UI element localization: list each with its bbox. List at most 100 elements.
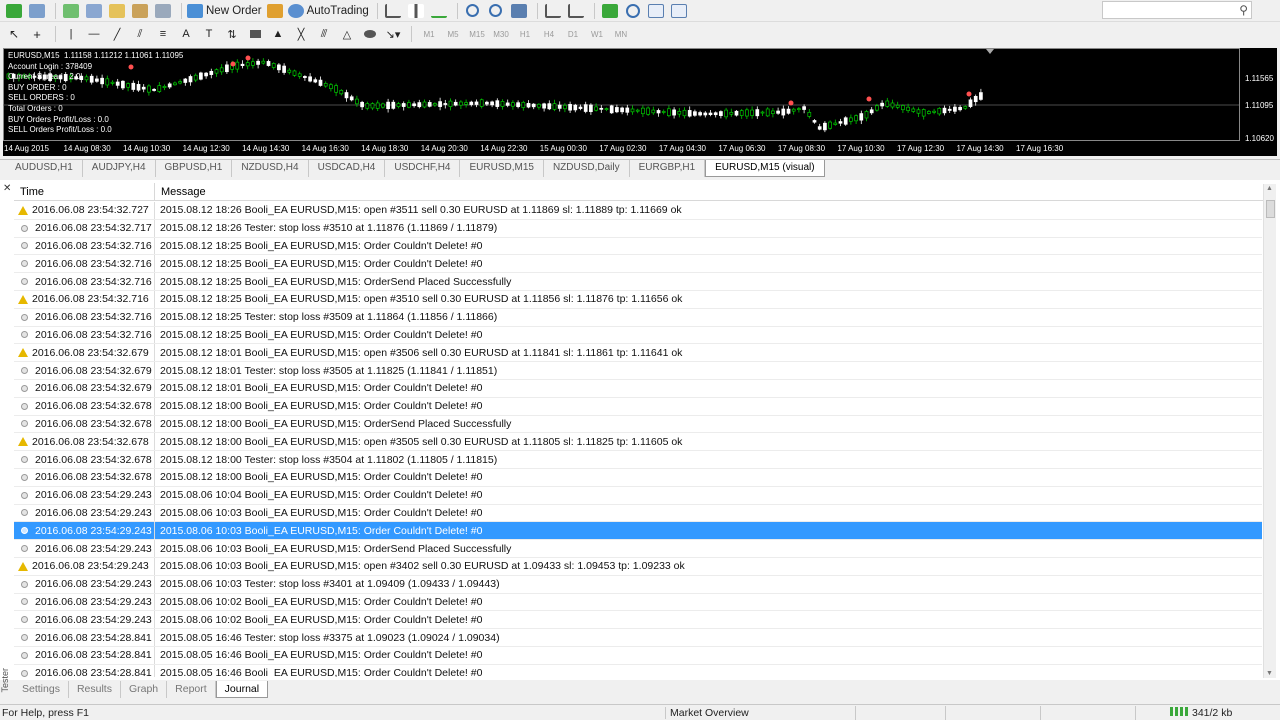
horizontal-line-button[interactable]: —: [84, 25, 104, 43]
timeframe-m30-button[interactable]: M30: [489, 30, 513, 39]
terminal-button[interactable]: [130, 2, 150, 20]
crosshair-button[interactable]: +: [27, 25, 47, 43]
new-order-button[interactable]: New Order: [187, 2, 262, 20]
ellipse-button[interactable]: [360, 25, 380, 43]
line-chart-button[interactable]: [429, 2, 449, 20]
more-objects-button[interactable]: ↘▾: [383, 25, 403, 43]
chart-tab[interactable]: NZDUSD,Daily: [544, 160, 630, 177]
journal-row[interactable]: 2016.06.08 23:54:28.841 2015.08.05 16:46 …: [14, 664, 1262, 677]
journal-row[interactable]: 2016.06.08 23:54:29.243 2015.08.06 10:03 …: [14, 540, 1262, 558]
tab-graph[interactable]: Graph: [121, 681, 168, 698]
metaeditor-button[interactable]: [265, 2, 285, 20]
pitchfork-button[interactable]: ⫻: [314, 25, 334, 43]
periods-button[interactable]: [623, 2, 643, 20]
journal-row[interactable]: 2016.06.08 23:54:32.727 2015.08.12 18:26 …: [14, 202, 1262, 220]
journal-row[interactable]: 2016.06.08 23:54:32.679 2015.08.12 18:01 …: [14, 379, 1262, 398]
price-chart[interactable]: 1.11565 1.11095 1.10620 14 Aug 2015 14 Aug 0…: [3, 48, 1277, 156]
label-button[interactable]: T: [199, 25, 219, 43]
chart-tab[interactable]: GBPUSD,H1: [156, 160, 233, 177]
chart-tab[interactable]: AUDJPY,H4: [83, 160, 156, 177]
journal-row[interactable]: 2016.06.08 23:54:28.841 2015.08.05 16:46 …: [14, 629, 1262, 647]
scrollbar-thumb[interactable]: [1266, 200, 1275, 218]
journal-row[interactable]: 2016.06.08 23:54:32.678 2015.08.12 18:00 …: [14, 415, 1262, 434]
strategy-tester-button[interactable]: [153, 2, 173, 20]
profile-name[interactable]: Market Overview: [665, 707, 749, 719]
close-icon[interactable]: ✕: [3, 183, 11, 194]
vertical-scrollbar[interactable]: ▲ ▼: [1263, 184, 1276, 678]
autoscroll-button[interactable]: [566, 2, 586, 20]
timeframe-m1-button[interactable]: M1: [417, 30, 441, 39]
cursor-button[interactable]: ↖: [4, 25, 24, 43]
triangle-button[interactable]: ▲: [268, 25, 288, 43]
tab-results[interactable]: Results: [69, 681, 121, 698]
journal-row[interactable]: 2016.06.08 23:54:29.243 2015.08.06 10:03 …: [14, 522, 1262, 541]
journal-row[interactable]: 2016.06.08 23:54:32.679 2015.08.12 18:01 …: [14, 362, 1262, 380]
chart-tab[interactable]: EURGBP,H1: [630, 160, 706, 177]
journal-row[interactable]: 2016.06.08 23:54:32.716 2015.08.12 18:25 …: [14, 308, 1262, 327]
bar-chart-button[interactable]: [383, 2, 403, 20]
cycle-lines-button[interactable]: △: [337, 25, 357, 43]
scroll-up-icon[interactable]: ▲: [1266, 185, 1273, 192]
journal-row[interactable]: 2016.06.08 23:54:32.717 2015.08.12 18:26 …: [14, 219, 1262, 238]
timeframe-h4-button[interactable]: H4: [537, 30, 561, 39]
timeframe-m5-button[interactable]: M5: [441, 30, 465, 39]
journal-row[interactable]: 2016.06.08 23:54:32.716 2015.08.12 18:25 …: [14, 326, 1262, 345]
zoom-in-button[interactable]: [463, 2, 483, 20]
zoom-out-button[interactable]: [486, 2, 506, 20]
journal-row[interactable]: 2016.06.08 23:54:29.243 2015.08.06 10:03 …: [14, 557, 1262, 576]
tab-journal[interactable]: Journal: [215, 681, 269, 698]
fibonacci-button[interactable]: ≡: [153, 25, 173, 43]
chart-tab[interactable]: EURUSD,M15 (visual): [705, 160, 825, 177]
journal-row[interactable]: 2016.06.08 23:54:32.716 2015.08.12 18:25 …: [14, 273, 1262, 291]
chart-tab[interactable]: AUDUSD,H1: [6, 160, 83, 177]
timeframe-d1-button[interactable]: D1: [561, 30, 585, 39]
journal-row[interactable]: 2016.06.08 23:54:32.678 2015.08.12 18:00 …: [14, 433, 1262, 452]
vertical-line-button[interactable]: |: [61, 25, 81, 43]
gann-button[interactable]: ╳: [291, 25, 311, 43]
journal-row[interactable]: 2016.06.08 23:54:32.716 2015.08.12 18:25 …: [14, 290, 1262, 309]
tab-report[interactable]: Report: [167, 681, 216, 698]
channel-button[interactable]: ⫽: [130, 25, 150, 43]
indicators-button[interactable]: [600, 2, 620, 20]
tile-windows-button[interactable]: [509, 2, 529, 20]
chart-shift-button[interactable]: [543, 2, 563, 20]
journal-row[interactable]: 2016.06.08 23:54:32.678 2015.08.12 18:00 …: [14, 451, 1262, 469]
chart-properties-button[interactable]: [669, 2, 689, 20]
new-chart-button[interactable]: [4, 2, 24, 20]
journal-row[interactable]: 2016.06.08 23:54:32.716 2015.08.12 18:25 …: [14, 255, 1262, 274]
search-input[interactable]: [1102, 1, 1252, 19]
journal-row[interactable]: 2016.06.08 23:54:32.678 2015.08.12 18:00 …: [14, 397, 1262, 416]
timeframe-w1-button[interactable]: W1: [585, 30, 609, 39]
timeframe-mn-button[interactable]: MN: [609, 30, 633, 39]
journal-row[interactable]: 2016.06.08 23:54:29.243 2015.08.06 10:02 …: [14, 611, 1262, 630]
journal-row[interactable]: 2016.06.08 23:54:32.679 2015.08.12 18:01 …: [14, 344, 1262, 363]
timeframe-h1-button[interactable]: H1: [513, 30, 537, 39]
tab-settings[interactable]: Settings: [14, 681, 69, 698]
candlesticks-button[interactable]: [406, 2, 426, 20]
chart-tab[interactable]: USDCHF,H4: [385, 160, 461, 177]
autotrading-button[interactable]: AutoTrading: [287, 2, 369, 20]
trendline-button[interactable]: ╱: [107, 25, 127, 43]
text-button[interactable]: A: [176, 25, 196, 43]
chart-tab[interactable]: NZDUSD,H4: [232, 160, 309, 177]
column-header-message[interactable]: Message: [155, 183, 1264, 200]
navigator-button[interactable]: [107, 2, 127, 20]
profiles-button[interactable]: [27, 2, 47, 20]
chart-shift-marker[interactable]: [986, 49, 994, 54]
data-window-button[interactable]: [84, 2, 104, 20]
journal-row[interactable]: 2016.06.08 23:54:29.243 2015.08.06 10:03 …: [14, 575, 1262, 594]
column-header-time[interactable]: Time: [14, 183, 155, 200]
journal-row[interactable]: 2016.06.08 23:54:29.243 2015.08.06 10:02 …: [14, 593, 1262, 612]
scroll-down-icon[interactable]: ▼: [1266, 670, 1273, 677]
journal-row[interactable]: 2016.06.08 23:54:32.678 2015.08.12 18:00 …: [14, 468, 1262, 487]
journal-row[interactable]: 2016.06.08 23:54:29.243 2015.08.06 10:03 …: [14, 504, 1262, 523]
journal-row[interactable]: 2016.06.08 23:54:28.841 2015.08.05 16:46 …: [14, 646, 1262, 665]
arrows-button[interactable]: ⇅: [222, 25, 242, 43]
chart-tab[interactable]: EURUSD,M15: [460, 160, 544, 177]
journal-row[interactable]: 2016.06.08 23:54:32.716 2015.08.12 18:25 …: [14, 237, 1262, 256]
timeframe-m15-button[interactable]: M15: [465, 30, 489, 39]
search-icon[interactable]: ⚲: [1239, 3, 1248, 17]
market-watch-button[interactable]: [61, 2, 81, 20]
journal-row[interactable]: 2016.06.08 23:54:29.243 2015.08.06 10:04 …: [14, 486, 1262, 505]
rectangle-button[interactable]: [245, 25, 265, 43]
